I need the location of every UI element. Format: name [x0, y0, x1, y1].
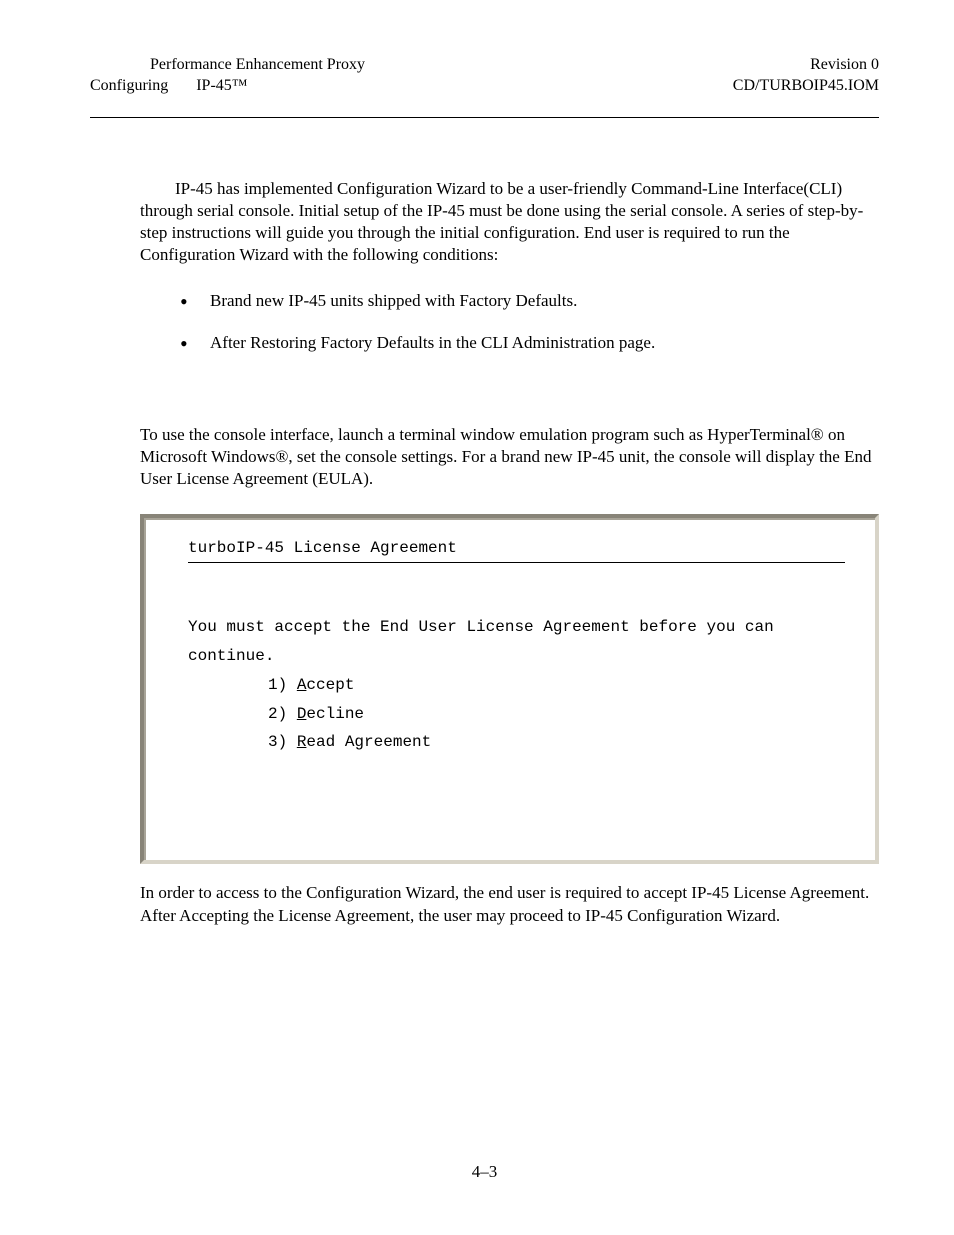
console-screenshot: turboIP-45 License Agreement You must ac…: [140, 514, 879, 864]
header-product: IP-45™: [196, 77, 247, 94]
console-option-accept: 1) Accept: [188, 671, 845, 700]
console-body: You must accept the End User License Agr…: [188, 613, 845, 757]
document-page: Performance Enhancement Proxy Configurin…: [0, 0, 954, 1222]
option-hotkey: D: [297, 705, 307, 723]
closing-paragraph: In order to access to the Configuration …: [140, 882, 879, 926]
option-hotkey: R: [297, 733, 307, 751]
intro-paragraph: IP-45 has implemented Configuration Wiza…: [140, 178, 879, 266]
header-section: Configuring: [90, 77, 196, 94]
option-text: ead Agreement: [306, 733, 431, 751]
console-instructions-paragraph: To use the console interface, launch a t…: [140, 424, 879, 490]
page-header: Performance Enhancement Proxy Configurin…: [90, 55, 879, 97]
console-option-read: 3) Read Agreement: [188, 728, 845, 757]
header-title: Performance Enhancement Proxy: [90, 55, 365, 76]
option-number: 3): [268, 733, 297, 751]
list-item: Brand new IP-45 units shipped with Facto…: [180, 290, 879, 312]
header-left: Performance Enhancement Proxy Configurin…: [90, 55, 365, 97]
header-rule: [90, 117, 879, 118]
option-text: ecline: [306, 705, 364, 723]
option-number: 2): [268, 705, 297, 723]
header-subtitle: ConfiguringIP-45™: [90, 76, 365, 97]
list-item: After Restoring Factory Defaults in the …: [180, 332, 879, 354]
page-content: IP-45 has implemented Configuration Wiza…: [90, 178, 879, 927]
header-revision: Revision 0: [733, 55, 879, 76]
intro-text: IP-45 has implemented Configuration Wiza…: [140, 179, 863, 264]
console-divider: [188, 562, 845, 563]
console-option-decline: 2) Decline: [188, 700, 845, 729]
option-number: 1): [268, 676, 297, 694]
header-doc-id: CD/TURBOIP45.IOM: [733, 76, 879, 97]
page-number: 4–3: [90, 1162, 879, 1182]
option-text: ccept: [306, 676, 354, 694]
option-hotkey: A: [297, 676, 307, 694]
console-title: turboIP-45 License Agreement: [188, 538, 845, 559]
console-prompt: You must accept the End User License Agr…: [188, 613, 845, 671]
conditions-list: Brand new IP-45 units shipped with Facto…: [180, 290, 879, 354]
header-right: Revision 0 CD/TURBOIP45.IOM: [733, 55, 879, 97]
